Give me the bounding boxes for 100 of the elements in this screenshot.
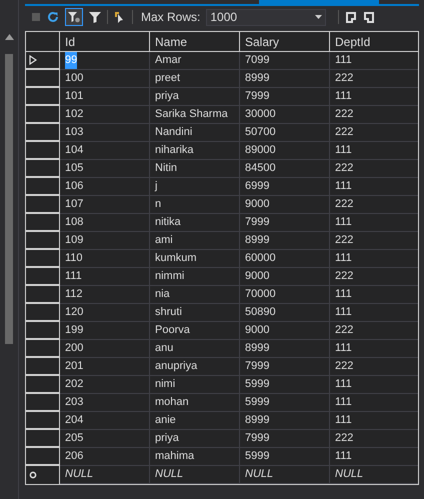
table-cell[interactable]: 102 xyxy=(65,106,84,123)
row-header[interactable] xyxy=(26,214,60,232)
row-header[interactable] xyxy=(26,196,60,214)
table-cell[interactable]: nitika xyxy=(155,214,181,231)
table-cell[interactable]: 8999 xyxy=(245,232,270,249)
row-header[interactable] xyxy=(26,88,60,106)
table-cell[interactable]: NULL xyxy=(245,466,274,483)
table-cell[interactable]: 222 xyxy=(335,268,354,285)
table-cell[interactable]: 105 xyxy=(65,160,84,177)
row-header[interactable] xyxy=(26,394,60,412)
table-cell[interactable]: 222 xyxy=(335,232,354,249)
table-cell[interactable]: Amar xyxy=(155,52,182,69)
table-cell[interactable]: priya xyxy=(155,430,179,447)
table-cell[interactable]: 104 xyxy=(65,142,84,159)
table-cell[interactable]: kumkum xyxy=(155,250,197,267)
row-header[interactable] xyxy=(26,250,60,268)
column-header[interactable]: Name xyxy=(150,32,240,52)
table-cell[interactable]: 202 xyxy=(65,376,84,393)
pointer-icon[interactable] xyxy=(114,11,126,23)
table-cell[interactable]: 203 xyxy=(65,394,84,411)
table-cell[interactable]: 7099 xyxy=(245,52,270,69)
table-cell[interactable]: 199 xyxy=(65,322,84,339)
table-cell[interactable]: 200 xyxy=(65,340,84,357)
column-header[interactable]: Salary xyxy=(240,32,330,52)
scroll-up-icon[interactable] xyxy=(4,34,14,40)
corner-header[interactable] xyxy=(26,32,60,52)
table-cell[interactable]: 6999 xyxy=(245,178,270,195)
table-cell[interactable]: 111 xyxy=(335,286,352,303)
table-cell[interactable]: 111 xyxy=(335,250,352,267)
row-header[interactable] xyxy=(26,430,60,448)
table-cell[interactable]: anupriya xyxy=(155,358,198,375)
row-header[interactable] xyxy=(26,322,60,340)
table-cell[interactable]: 5999 xyxy=(245,448,270,465)
row-header[interactable] xyxy=(26,358,60,376)
table-cell[interactable]: 111 xyxy=(335,412,352,429)
table-cell[interactable]: 70000 xyxy=(245,286,276,303)
table-cell[interactable]: 108 xyxy=(65,214,84,231)
table-cell[interactable]: NULL xyxy=(335,466,364,483)
row-header[interactable] xyxy=(26,52,60,70)
table-cell[interactable]: 206 xyxy=(65,448,84,465)
table-cell[interactable]: 222 xyxy=(335,430,354,447)
column-header[interactable]: DeptId xyxy=(330,32,418,52)
table-cell[interactable]: NULL xyxy=(155,466,184,483)
table-cell[interactable]: 109 xyxy=(65,232,84,249)
table-cell[interactable]: 111 xyxy=(335,448,352,465)
table-cell[interactable]: niharika xyxy=(155,142,194,159)
table-cell[interactable]: 222 xyxy=(335,124,354,141)
table-cell[interactable]: 222 xyxy=(335,160,354,177)
table-cell[interactable]: Nitin xyxy=(155,160,178,177)
table-cell[interactable]: 111 xyxy=(335,214,352,231)
table-cell[interactable]: 112 xyxy=(65,286,83,303)
table-cell[interactable]: 222 xyxy=(335,196,354,213)
table-cell[interactable]: 204 xyxy=(65,412,84,429)
table-cell[interactable]: 8999 xyxy=(245,340,270,357)
row-header[interactable] xyxy=(26,268,60,286)
row-header[interactable] xyxy=(26,412,60,430)
table-cell[interactable]: 222 xyxy=(335,70,354,87)
table-cell[interactable]: mohan xyxy=(155,394,189,411)
table-cell[interactable]: 50700 xyxy=(245,124,276,141)
table-cell[interactable]: 111 xyxy=(335,340,352,357)
table-cell[interactable]: 7999 xyxy=(245,214,270,231)
table-cell[interactable]: ami xyxy=(155,232,173,249)
table-cell[interactable]: nimmi xyxy=(155,268,184,285)
row-header[interactable] xyxy=(26,448,60,466)
table-cell[interactable]: 201 xyxy=(65,358,84,375)
filter-icon[interactable] xyxy=(89,11,101,23)
table-cell[interactable]: 9000 xyxy=(245,196,270,213)
table-cell[interactable]: 5999 xyxy=(245,394,270,411)
table-cell[interactable]: 111 xyxy=(65,268,82,285)
table-cell[interactable]: 106 xyxy=(65,178,84,195)
row-header[interactable] xyxy=(26,340,60,358)
table-cell[interactable]: 8999 xyxy=(245,412,270,429)
table-cell[interactable]: 205 xyxy=(65,430,84,447)
table-cell[interactable]: 222 xyxy=(335,322,354,339)
table-cell[interactable]: nimi xyxy=(155,376,176,393)
table-cell[interactable]: 110 xyxy=(65,250,83,267)
table-cell[interactable]: 8999 xyxy=(245,70,270,87)
table-cell[interactable]: nia xyxy=(155,286,170,303)
row-header[interactable] xyxy=(26,286,60,304)
table-cell[interactable]: anie xyxy=(155,412,176,429)
table-cell[interactable]: Nandini xyxy=(155,124,192,141)
refresh-icon[interactable] xyxy=(47,11,59,23)
table-cell[interactable]: 103 xyxy=(65,124,84,141)
table-cell[interactable]: 50890 xyxy=(245,304,276,321)
table-cell[interactable]: 111 xyxy=(335,178,352,195)
row-header[interactable] xyxy=(26,376,60,394)
table-cell[interactable]: Sarika Sharma xyxy=(155,106,228,123)
table-cell[interactable]: 120 xyxy=(65,304,84,321)
table-cell[interactable]: j xyxy=(155,178,158,195)
table-cell[interactable]: 7999 xyxy=(245,430,270,447)
filter-button[interactable] xyxy=(65,8,83,26)
table-cell[interactable]: mahima xyxy=(155,448,194,465)
table-cell[interactable]: 60000 xyxy=(245,250,276,267)
table-cell[interactable]: 9000 xyxy=(245,322,270,339)
row-header[interactable] xyxy=(26,304,60,322)
table-cell[interactable]: 107 xyxy=(65,196,84,213)
row-header[interactable] xyxy=(26,178,60,196)
table-cell[interactable]: 111 xyxy=(335,394,352,411)
panel-icon[interactable] xyxy=(345,10,358,24)
table-cell[interactable]: priya xyxy=(155,88,179,105)
